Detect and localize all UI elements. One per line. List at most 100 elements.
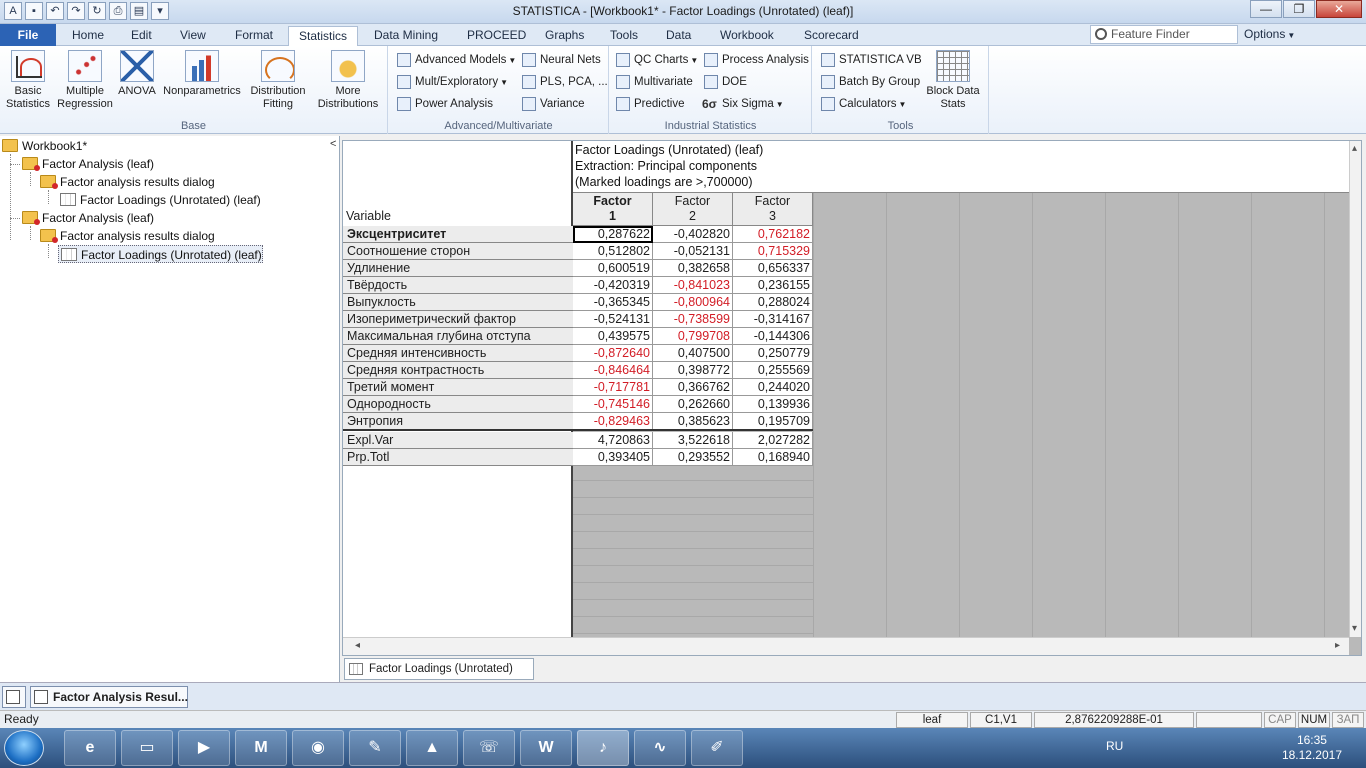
tab-graphs[interactable]: Graphs (535, 26, 594, 46)
table-cell[interactable]: 0,439575 (573, 328, 653, 345)
table-cell[interactable]: 4,720863 (573, 432, 653, 449)
column-header-factor-1[interactable]: Factor 1 (573, 193, 653, 226)
table-cell[interactable]: 0,382658 (653, 260, 733, 277)
table-cell[interactable]: 0,195709 (733, 413, 813, 430)
table-cell[interactable]: -0,365345 (573, 294, 653, 311)
row-label[interactable]: Prp.Totl (343, 449, 573, 466)
tab-format[interactable]: Format (225, 26, 283, 46)
row-label[interactable]: Соотношение сторон (343, 243, 573, 260)
table-cell[interactable]: 0,656337 (733, 260, 813, 277)
row-label[interactable]: Максимальная глубина отступа (343, 328, 573, 345)
language-indicator[interactable]: RU (1106, 739, 1123, 753)
table-cell[interactable]: 0,799708 (653, 328, 733, 345)
window-button-factor-analysis[interactable]: Factor Analysis Resul... (30, 686, 188, 708)
table-cell[interactable]: 0,236155 (733, 277, 813, 294)
app-icon[interactable] (2, 686, 26, 708)
table-cell[interactable]: -0,144306 (733, 328, 813, 345)
app-icon[interactable]: ✎ (349, 730, 401, 766)
predictive-button[interactable]: Predictive (614, 94, 685, 114)
row-label[interactable]: Удлинение (343, 260, 573, 277)
tree-item-factor-analysis[interactable]: Factor Analysis (leaf) (20, 155, 154, 173)
matlab-icon[interactable]: ▲ (406, 730, 458, 766)
table-cell[interactable]: -0,745146 (573, 396, 653, 413)
chrome-icon[interactable]: ◉ (292, 730, 344, 766)
viber-icon[interactable]: ☏ (463, 730, 515, 766)
more-distributions-button[interactable]: More Distributions (312, 50, 384, 111)
table-cell[interactable]: 0,398772 (653, 362, 733, 379)
table-cell[interactable]: 0,715329 (733, 243, 813, 260)
table-cell[interactable]: 0,600519 (573, 260, 653, 277)
table-cell[interactable]: 0,762182 (733, 226, 813, 243)
advanced-models-button[interactable]: Advanced Models ▼ (395, 50, 516, 70)
six-sigma-button[interactable]: 6σ Six Sigma ▼ (702, 94, 784, 114)
statistica-icon[interactable]: ♪ (577, 730, 629, 766)
variance-button[interactable]: Variance (520, 94, 585, 114)
tab-home[interactable]: Home (62, 26, 114, 46)
pls-pca-button[interactable]: PLS, PCA, ... (520, 72, 608, 92)
table-cell[interactable]: -0,829463 (573, 413, 653, 430)
table-cell[interactable]: 0,250779 (733, 345, 813, 362)
tab-data-mining[interactable]: Data Mining (364, 26, 448, 46)
feature-finder-input[interactable]: Feature Finder (1090, 25, 1238, 44)
collapse-panel-icon[interactable]: < (330, 138, 336, 150)
tree-item-factor-loadings[interactable]: Factor Loadings (Unrotated) (leaf) (58, 245, 263, 263)
table-cell[interactable]: 0,168940 (733, 449, 813, 466)
table-cell[interactable]: 0,407500 (653, 345, 733, 362)
row-label[interactable]: Средняя интенсивность (343, 345, 573, 362)
doe-button[interactable]: DOE (702, 72, 747, 92)
start-button[interactable] (4, 730, 44, 766)
table-cell[interactable]: 0,288024 (733, 294, 813, 311)
process-analysis-button[interactable]: Process Analysis (702, 50, 809, 70)
row-label[interactable]: Изопериметрический фактор (343, 311, 573, 328)
row-label[interactable]: Однородность (343, 396, 573, 413)
row-label[interactable]: Выпуклость (343, 294, 573, 311)
table-cell[interactable]: 3,522618 (653, 432, 733, 449)
neural-nets-button[interactable]: Neural Nets (520, 50, 601, 70)
minimize-button[interactable]: — (1250, 0, 1282, 18)
anova-button[interactable]: ANOVA (116, 50, 158, 98)
sheet-tab-factor-loadings[interactable]: Factor Loadings (Unrotated) (leaf) (344, 658, 534, 695)
tree-root-workbook[interactable]: Workbook1* (0, 137, 87, 155)
table-cell[interactable]: -0,717781 (573, 379, 653, 396)
table-cell[interactable]: -0,841023 (653, 277, 733, 294)
column-header-factor-2[interactable]: Factor 2 (653, 193, 733, 226)
table-cell[interactable]: -0,052131 (653, 243, 733, 260)
scroll-down-icon[interactable]: ▾ (1352, 623, 1357, 634)
media-player-icon[interactable]: ▶ (178, 730, 230, 766)
vertical-scrollbar[interactable]: ▴ ▾ (1349, 141, 1361, 637)
tab-statistics[interactable]: Statistics (288, 26, 359, 46)
tab-view[interactable]: View (170, 26, 216, 46)
row-label[interactable]: Энтропия (343, 413, 573, 430)
table-cell[interactable]: 0,293552 (653, 449, 733, 466)
calculators-button[interactable]: Calculators ▼ (819, 94, 906, 114)
table-cell[interactable]: 0,139936 (733, 396, 813, 413)
close-button[interactable]: ✕ (1316, 0, 1362, 18)
row-label[interactable]: Третий момент (343, 379, 573, 396)
table-cell[interactable]: 0,512802 (573, 243, 653, 260)
scroll-left-icon[interactable]: ◂ (355, 640, 360, 651)
table-cell[interactable]: 0,287622 (573, 226, 653, 243)
tree-item-results-dialog[interactable]: Factor analysis results dialog (38, 173, 215, 191)
tab-workbook[interactable]: Workbook (710, 26, 784, 46)
scroll-up-icon[interactable]: ▴ (1352, 143, 1357, 154)
table-cell[interactable]: 0,385623 (653, 413, 733, 430)
mult-exploratory-button[interactable]: Mult/Exploratory ▼ (395, 72, 508, 92)
statistica-vb-button[interactable]: STATISTICA VB (819, 50, 922, 70)
column-header-factor-3[interactable]: Factor 3 (733, 193, 813, 226)
multiple-regression-button[interactable]: Multiple Regression (56, 50, 114, 111)
table-cell[interactable]: -0,314167 (733, 311, 813, 328)
restore-button[interactable]: ❐ (1283, 0, 1315, 18)
table-cell[interactable]: -0,420319 (573, 277, 653, 294)
clock[interactable]: 16:35 18.12.2017 (1282, 733, 1342, 763)
basic-statistics-button[interactable]: Basic Statistics (4, 50, 52, 111)
table-cell[interactable]: -0,872640 (573, 345, 653, 362)
table-cell[interactable]: 0,244020 (733, 379, 813, 396)
power-analysis-button[interactable]: Power Analysis (395, 94, 493, 114)
graph-icon[interactable]: ∿ (634, 730, 686, 766)
table-cell[interactable]: 0,366762 (653, 379, 733, 396)
tab-proceed[interactable]: PROCEED (457, 26, 536, 46)
tab-scorecard[interactable]: Scorecard (794, 26, 869, 46)
qc-charts-button[interactable]: QC Charts ▼ (614, 50, 698, 70)
nonparametrics-button[interactable]: Nonparametrics (160, 50, 244, 98)
table-cell[interactable]: 0,393405 (573, 449, 653, 466)
